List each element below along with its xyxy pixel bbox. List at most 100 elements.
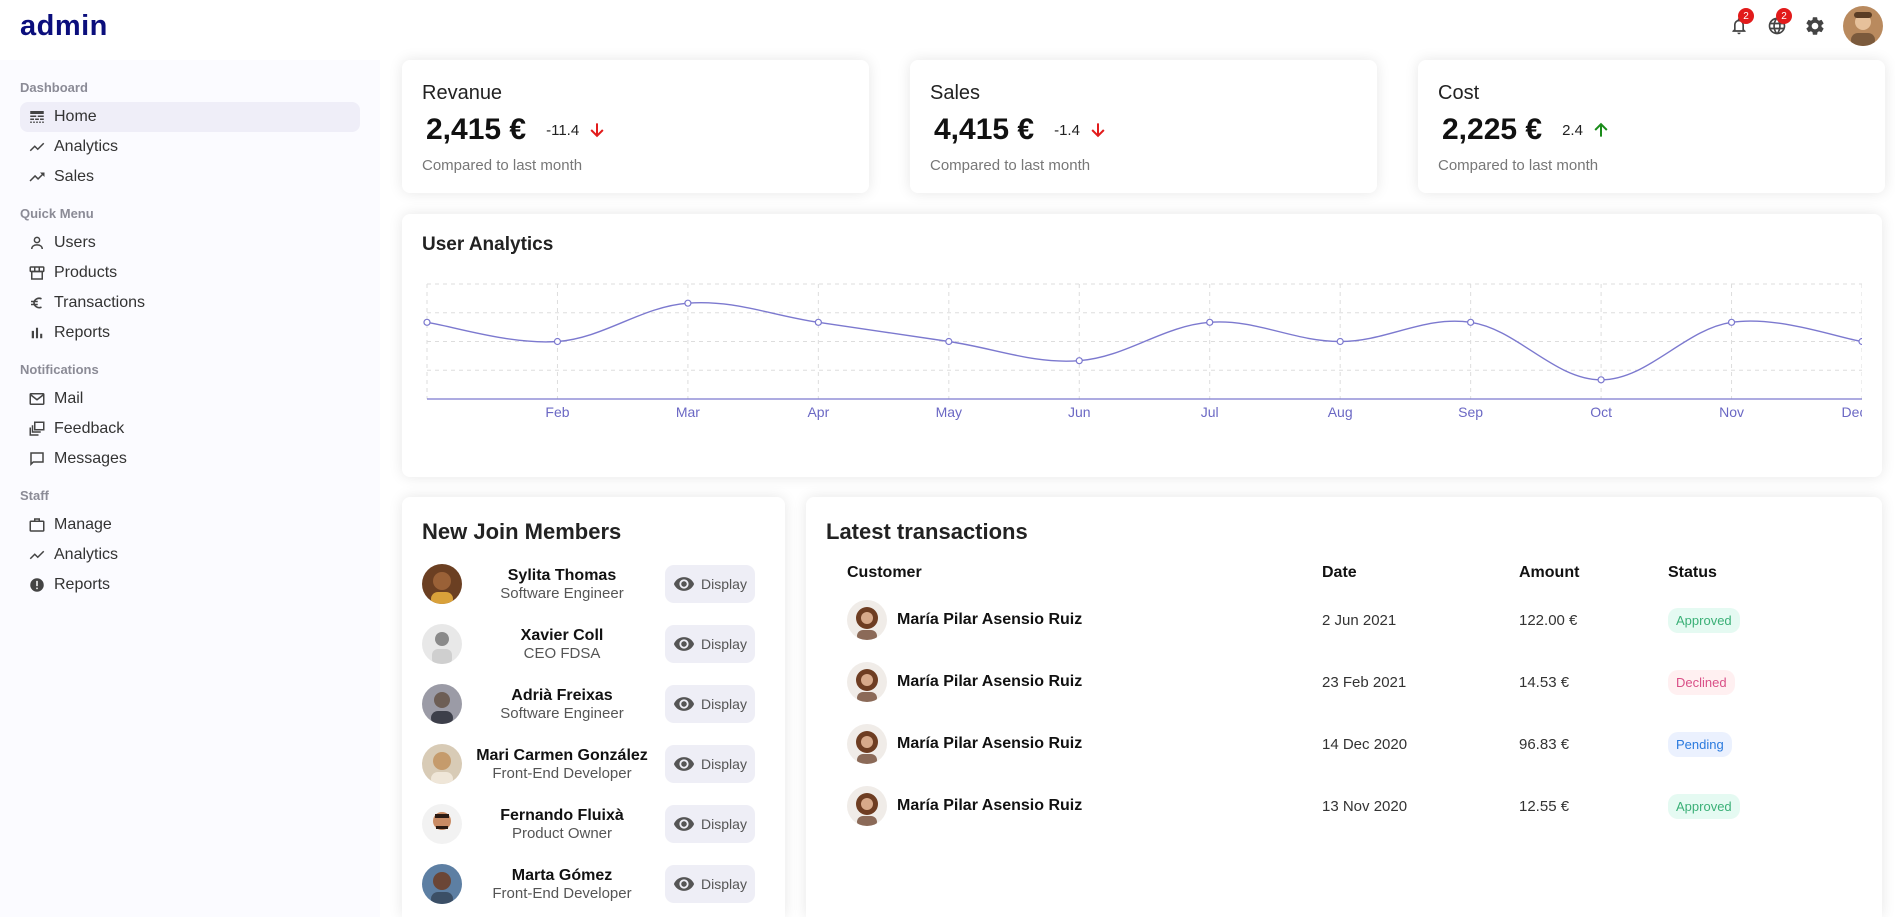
chart-point-jul[interactable] <box>1206 318 1214 326</box>
sidebar-item-label: Transactions <box>54 294 145 311</box>
column-header-status: Status <box>1668 564 1717 581</box>
member-info: Marta Gómez Front-End Developer <box>462 867 662 902</box>
chart-point-may[interactable] <box>945 337 953 346</box>
customer-avatar <box>847 662 887 702</box>
featured-money: 2,415 € <box>426 113 527 146</box>
chart-point-dec[interactable] <box>1858 337 1862 346</box>
featured-title: Cost <box>1438 82 1480 104</box>
member-job: CEO FDSA <box>523 644 601 662</box>
sidebar-section-dashboard: Dashboard Home Analytics Sales <box>20 80 360 192</box>
topbar: admin 2 2 <box>0 0 1895 52</box>
chart-tick-label-dec: Dec <box>1842 404 1862 420</box>
display-button-label: Display <box>701 816 747 832</box>
sidebar-item-manage[interactable]: Manage <box>20 510 360 540</box>
chart-point-apr[interactable] <box>814 318 822 326</box>
status-badge: Approved <box>1668 607 1740 633</box>
chart-point-jun[interactable] <box>1075 357 1083 365</box>
storefront-icon <box>29 266 45 280</box>
latest-transactions-widget: Latest transactions Customer Date Amount… <box>806 497 1882 917</box>
timeline-icon <box>29 142 45 152</box>
sidebar-item-reports[interactable]: Reports <box>20 318 360 348</box>
transactions-table: Customer Date Amount Status María Pilar … <box>826 557 1862 837</box>
sidebar-section-notifications: Notifications Mail Feedback Messages <box>20 362 360 474</box>
sidebar-item-label: Feedback <box>54 420 125 437</box>
sidebar-item-messages[interactable]: Messages <box>20 444 360 474</box>
status-badge: Pending <box>1668 731 1732 757</box>
settings-button[interactable] <box>1801 12 1829 40</box>
display-button-label: Display <box>701 696 747 712</box>
display-button[interactable]: Display <box>665 565 755 603</box>
language-badge: 2 <box>1776 8 1792 24</box>
user-avatar[interactable] <box>1843 6 1883 46</box>
sidebar-item-staff-analytics[interactable]: Analytics <box>20 540 360 570</box>
display-button-label: Display <box>701 756 747 772</box>
featured-title: Sales <box>930 82 981 104</box>
transaction-amount: 14.53 € <box>1519 673 1570 691</box>
chart-point-nov[interactable] <box>1727 318 1736 326</box>
transaction-date: 13 Nov 2020 <box>1322 797 1408 815</box>
eye-icon <box>673 877 695 891</box>
sidebar-item-feedback[interactable]: Feedback <box>20 414 360 444</box>
display-button[interactable]: Display <box>665 625 755 663</box>
display-button[interactable]: Display <box>665 745 755 783</box>
user-analytics-chart-card: User Analytics Feb Mar Apr May Jun Jul Aug Sep O… <box>402 214 1882 477</box>
sidebar-item-mail[interactable]: Mail <box>20 384 360 414</box>
display-button[interactable]: Display <box>665 865 755 903</box>
arrow-up-icon <box>1594 122 1608 137</box>
member-job: Front-End Developer <box>492 884 632 902</box>
chart-point-oct[interactable] <box>1597 376 1605 384</box>
chart-point-mar[interactable] <box>684 299 692 307</box>
new-members-widget: New Join Members Sylita Thomas Software … <box>402 497 785 917</box>
display-button[interactable]: Display <box>665 685 755 723</box>
arrow-down-icon <box>1091 123 1105 138</box>
display-button[interactable]: Display <box>665 805 755 843</box>
featured-rate: -1.4 <box>1054 121 1080 139</box>
chart-title: User Analytics <box>422 234 554 255</box>
chart-tick-label-mar: Mar <box>676 404 700 420</box>
user-analytics-chart: Feb Mar Apr May Jun Jul Aug Sep Oct Nov Dec <box>423 283 1862 420</box>
table-row: María Pilar Asensio Ruiz 14 Dec 2020 96.… <box>826 713 1862 775</box>
sidebar-item-transactions[interactable]: Transactions <box>20 288 360 318</box>
report-icon <box>30 578 44 592</box>
sidebar-item-label: Home <box>54 108 97 125</box>
display-button-label: Display <box>701 876 747 892</box>
sidebar-item-staff-reports[interactable]: Reports <box>20 570 360 600</box>
chart-point-jan[interactable] <box>423 318 431 326</box>
chart-tick-label-apr: Apr <box>807 404 829 420</box>
bar-chart-icon <box>31 327 43 339</box>
featured-card-sales: Sales 4,415 € -1.4 Compared to last mont… <box>910 60 1377 193</box>
sidebar-item-home[interactable]: Home <box>20 102 360 132</box>
language-button[interactable]: 2 <box>1763 8 1792 40</box>
chart-point-feb[interactable] <box>553 337 562 346</box>
customer-avatar <box>847 600 887 640</box>
chart-tick-label-feb: Feb <box>545 404 569 420</box>
sidebar-item-products[interactable]: Products <box>20 258 360 288</box>
person-icon <box>31 236 43 250</box>
member-item: Sylita Thomas Software Engineer Display <box>422 563 765 605</box>
status-badge: Declined <box>1668 669 1735 695</box>
notifications-button[interactable]: 2 <box>1725 8 1754 40</box>
sidebar-item-sales[interactable]: Sales <box>20 162 360 192</box>
chart-point-aug[interactable] <box>1336 337 1344 346</box>
chart-tick-label-sep: Sep <box>1458 404 1483 420</box>
work-icon <box>29 518 45 532</box>
sidebar-item-analytics[interactable]: Analytics <box>20 132 360 162</box>
table-row: María Pilar Asensio Ruiz 13 Nov 2020 12.… <box>826 775 1862 837</box>
app-logo[interactable]: admin <box>20 10 108 43</box>
eye-icon <box>673 757 695 771</box>
sidebar-section-title: Notifications <box>20 362 99 377</box>
member-name: Fernando Fluixà <box>500 806 624 824</box>
member-item: Fernando Fluixà Product Owner Display <box>422 803 765 845</box>
table-header-row: Customer Date Amount Status <box>826 557 1862 589</box>
sidebar-item-users[interactable]: Users <box>20 228 360 258</box>
chart-point-sep[interactable] <box>1467 318 1475 326</box>
customer-name: María Pilar Asensio Ruiz <box>897 735 1083 752</box>
customer-cell: María Pilar Asensio Ruiz <box>847 786 1322 826</box>
column-header-customer: Customer <box>847 564 922 581</box>
new-members-title: New Join Members <box>422 519 622 544</box>
customer-cell: María Pilar Asensio Ruiz <box>847 662 1322 702</box>
sidebar-item-label: Sales <box>54 168 95 185</box>
member-avatar <box>422 684 462 724</box>
member-info: Mari Carmen González Front-End Developer <box>462 747 662 782</box>
notifications-badge: 2 <box>1738 8 1754 24</box>
